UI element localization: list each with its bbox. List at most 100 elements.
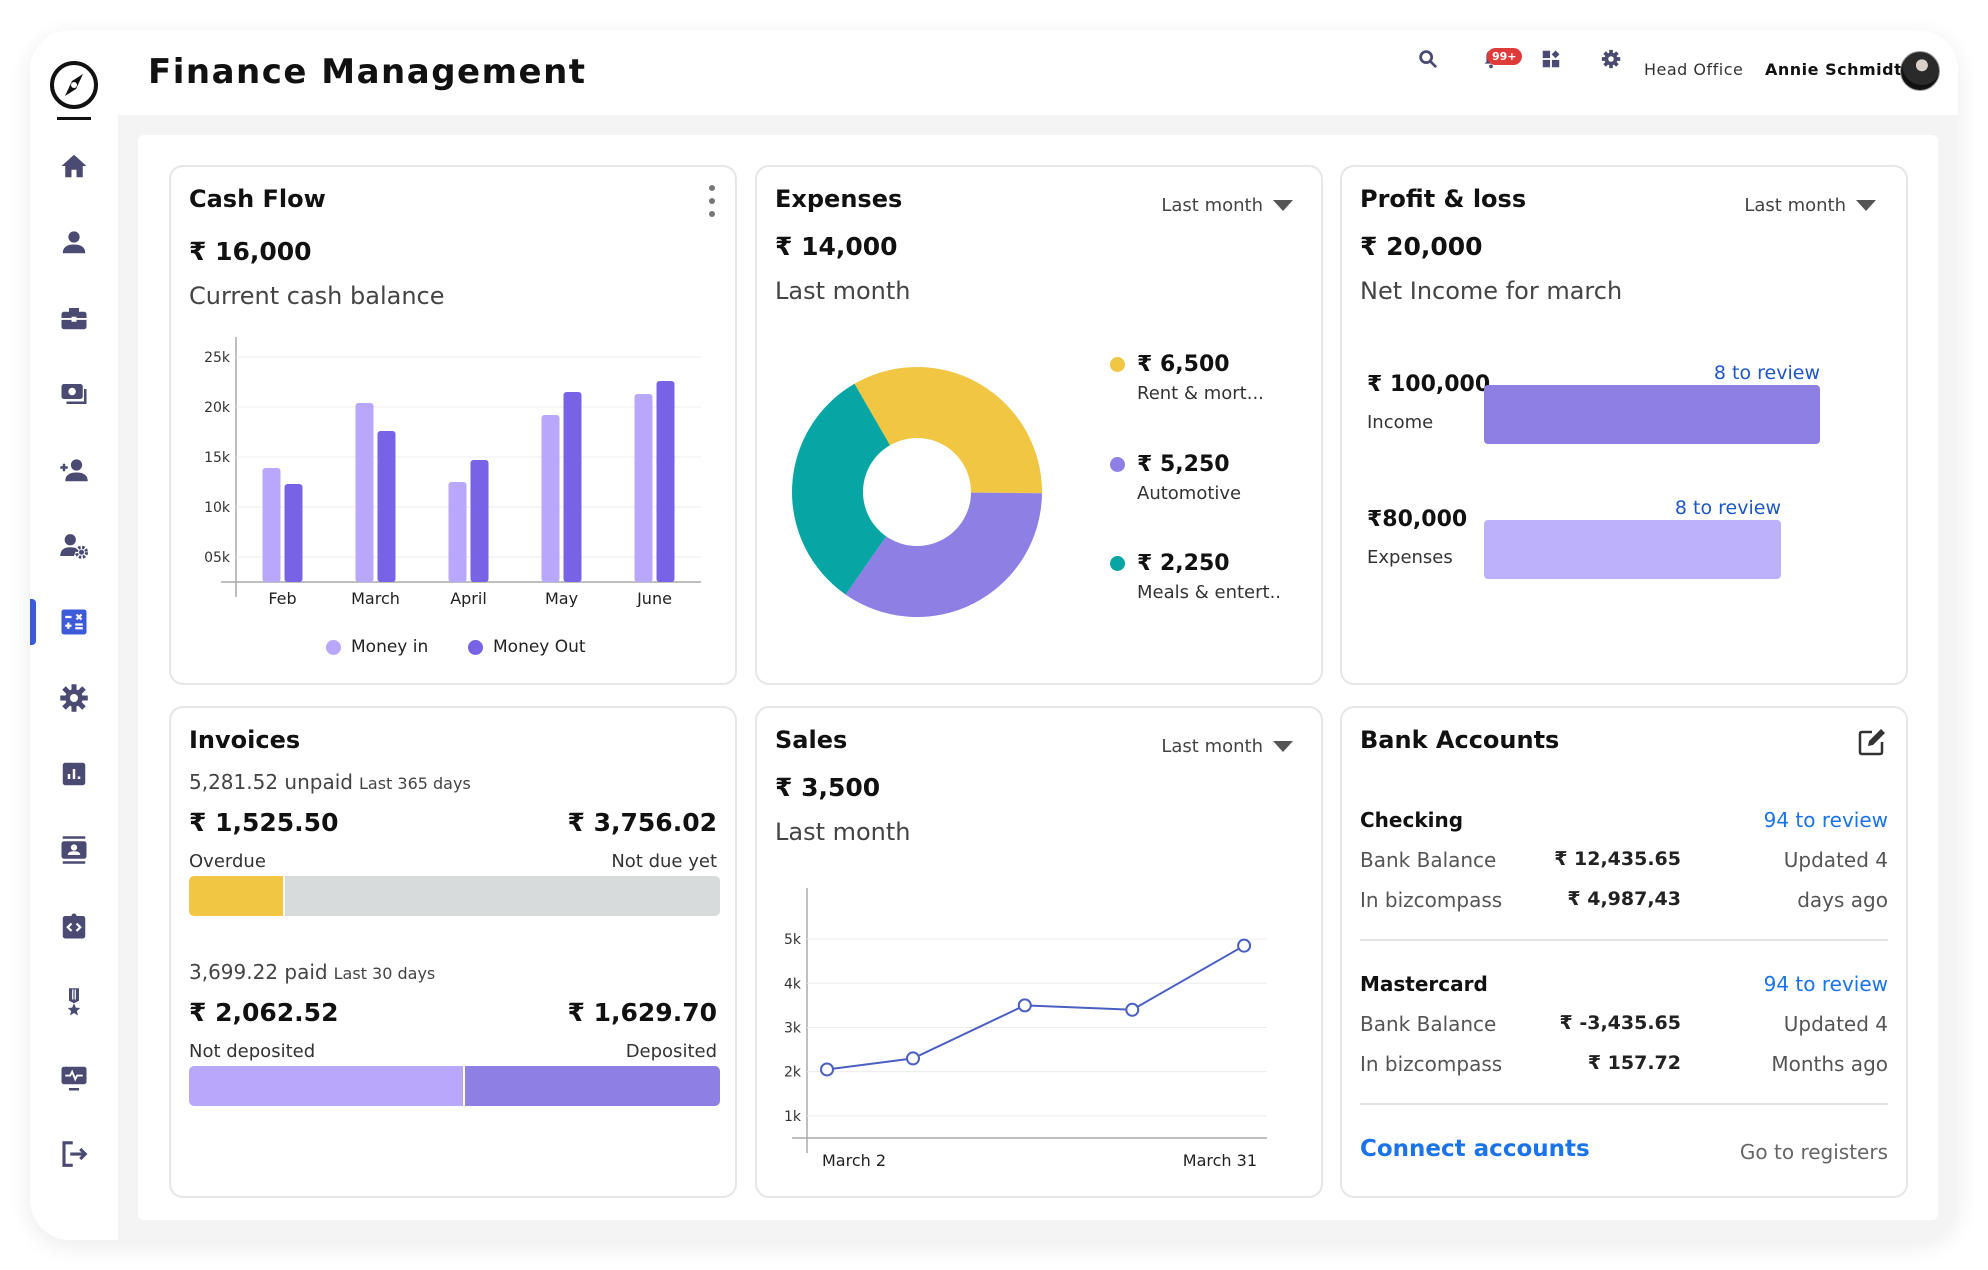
contact-card-icon [61,836,87,864]
sidebar-item-reports[interactable] [58,758,90,790]
income-bar [1484,385,1820,444]
active-indicator [30,599,36,645]
expenses-review-link[interactable]: 8 to review [1641,497,1781,519]
edit-icon[interactable] [1856,726,1888,758]
x-tick-label: April [450,589,487,607]
person-gear-icon [60,534,89,559]
sales-point-4[interactable] [1125,1002,1140,1017]
expense-amount: ₹ 5,250 [1137,452,1230,477]
person-add-icon [60,459,88,482]
dashboard-panel: Cash Flow ₹ 16,000 Current cash balance … [138,135,1938,1220]
cash-subtitle: Current cash balance [189,282,445,310]
legend-money-in: Money in [326,637,428,657]
go-to-registers-link[interactable]: Go to registers [1740,1140,1888,1164]
y-tick-label: 2k [784,1065,802,1081]
sales-card: Sales Last month ₹ 3,500 Last month 1k 2k… [755,706,1323,1198]
bar-money-out-april[interactable] [470,460,489,582]
bizcompass-value: ₹ 4,987,43 [1567,888,1681,910]
expenses-card: Expenses Last month ₹ 14,000 Last month … [755,165,1323,685]
paid-total: 3,699.22 paid [189,960,328,984]
updated-note: days ago [1797,888,1888,912]
x-tick-label: March [351,589,400,607]
sidebar-item-finance[interactable] [58,606,90,638]
sidebar-item-user-settings[interactable] [58,530,90,562]
card-title: Bank Accounts [1360,726,1560,754]
sidebar-item-payments[interactable] [58,378,90,410]
sidebar-item-awards[interactable] [58,986,90,1018]
bar-money-in-april[interactable] [448,482,467,582]
briefcase-icon [61,308,87,330]
review-link[interactable]: 94 to review [1764,808,1888,832]
expense-legend-item: ₹ 5,250 Automotive [1110,452,1241,504]
sidebar-item-contacts[interactable] [58,834,90,866]
bank-balance-value: ₹ 12,435.65 [1554,848,1681,870]
sales-point-5[interactable] [1237,938,1252,953]
medal-icon [67,988,81,1016]
review-link[interactable]: 94 to review [1764,972,1888,996]
divider [1360,939,1888,941]
bar-money-in-march[interactable] [355,403,374,582]
connect-accounts-link[interactable]: Connect accounts [1360,1136,1590,1162]
account-name: Mastercard [1360,972,1488,996]
user-name[interactable]: Annie Schmidt [1765,60,1902,79]
sidebar-item-monitoring[interactable] [58,1062,90,1094]
cash-amount: ₹ 16,000 [189,237,312,266]
app-window: Finance Management 99+ Head Office Annie… [30,30,1958,1240]
unpaid-progress-bar [189,876,720,916]
cash-flow-card: Cash Flow ₹ 16,000 Current cash balance … [169,165,737,685]
gear-icon[interactable] [1600,48,1626,74]
bar-money-out-may[interactable] [563,392,582,582]
bar-money-out-june[interactable] [656,381,675,582]
period-dropdown[interactable]: Last month [1161,736,1293,757]
expenses-subtitle: Last month [775,277,911,305]
deposited-label: Deposited [625,1041,717,1062]
x-tick-label: March 2 [822,1151,886,1170]
bar-money-out-march[interactable] [377,431,396,582]
legend-dot [326,639,341,655]
sidebar-item-jobs[interactable] [58,302,90,334]
sales-point-3[interactable] [1017,998,1032,1013]
donut-slice-1[interactable] [854,367,1043,494]
card-title: Invoices [189,726,301,754]
legend-dot [1110,457,1125,472]
account-name: Checking [1360,808,1464,832]
x-tick-label: June [636,589,672,607]
period-dropdown[interactable]: Last month [1744,195,1876,216]
y-tick-label: 1k [784,1109,802,1125]
bank-balance-label: Bank Balance [1360,848,1497,872]
y-tick-label: 3k [784,1020,802,1036]
period-dropdown[interactable]: Last month [1161,195,1293,216]
code-clipboard-icon [62,913,86,939]
dropdown-value: Last month [1744,195,1846,216]
deposited-amount: ₹ 1,629.70 [567,998,717,1027]
card-title: Profit & loss [1360,185,1527,213]
sidebar-item-settings[interactable] [58,682,90,714]
paid-range: Last 30 days [333,964,436,983]
compass-logo-icon[interactable] [47,60,101,124]
sales-point-1[interactable] [820,1062,834,1077]
legend-label: Money in [351,637,429,657]
avatar[interactable] [1900,51,1940,91]
sidebar-item-logout[interactable] [58,1138,90,1170]
sidebar-item-profile[interactable] [58,226,90,258]
sales-point-2[interactable] [906,1051,920,1066]
not-deposited-segment [189,1066,466,1106]
bizcompass-label: In bizcompass [1360,888,1503,912]
sidebar-item-home[interactable] [58,150,90,182]
donut-slice-2[interactable] [845,492,1042,617]
bizcompass-label: In bizcompass [1360,1052,1503,1076]
search-icon[interactable] [1417,48,1443,74]
bar-money-out-feb[interactable] [284,484,303,582]
sidebar-item-developer[interactable] [58,910,90,942]
widgets-icon[interactable] [1540,48,1566,74]
sidebar-item-add-user[interactable] [58,454,90,486]
dropdown-value: Last month [1161,736,1263,757]
bar-money-in-may[interactable] [541,415,560,582]
more-options-icon[interactable] [707,185,717,217]
income-review-link[interactable]: 8 to review [1680,362,1820,384]
deposited-segment [465,1066,720,1106]
bizcompass-value: ₹ 157.72 [1587,1052,1681,1074]
office-selector[interactable]: Head Office [1644,60,1743,79]
bar-money-in-june[interactable] [634,394,653,582]
bar-money-in-feb[interactable] [262,468,281,582]
